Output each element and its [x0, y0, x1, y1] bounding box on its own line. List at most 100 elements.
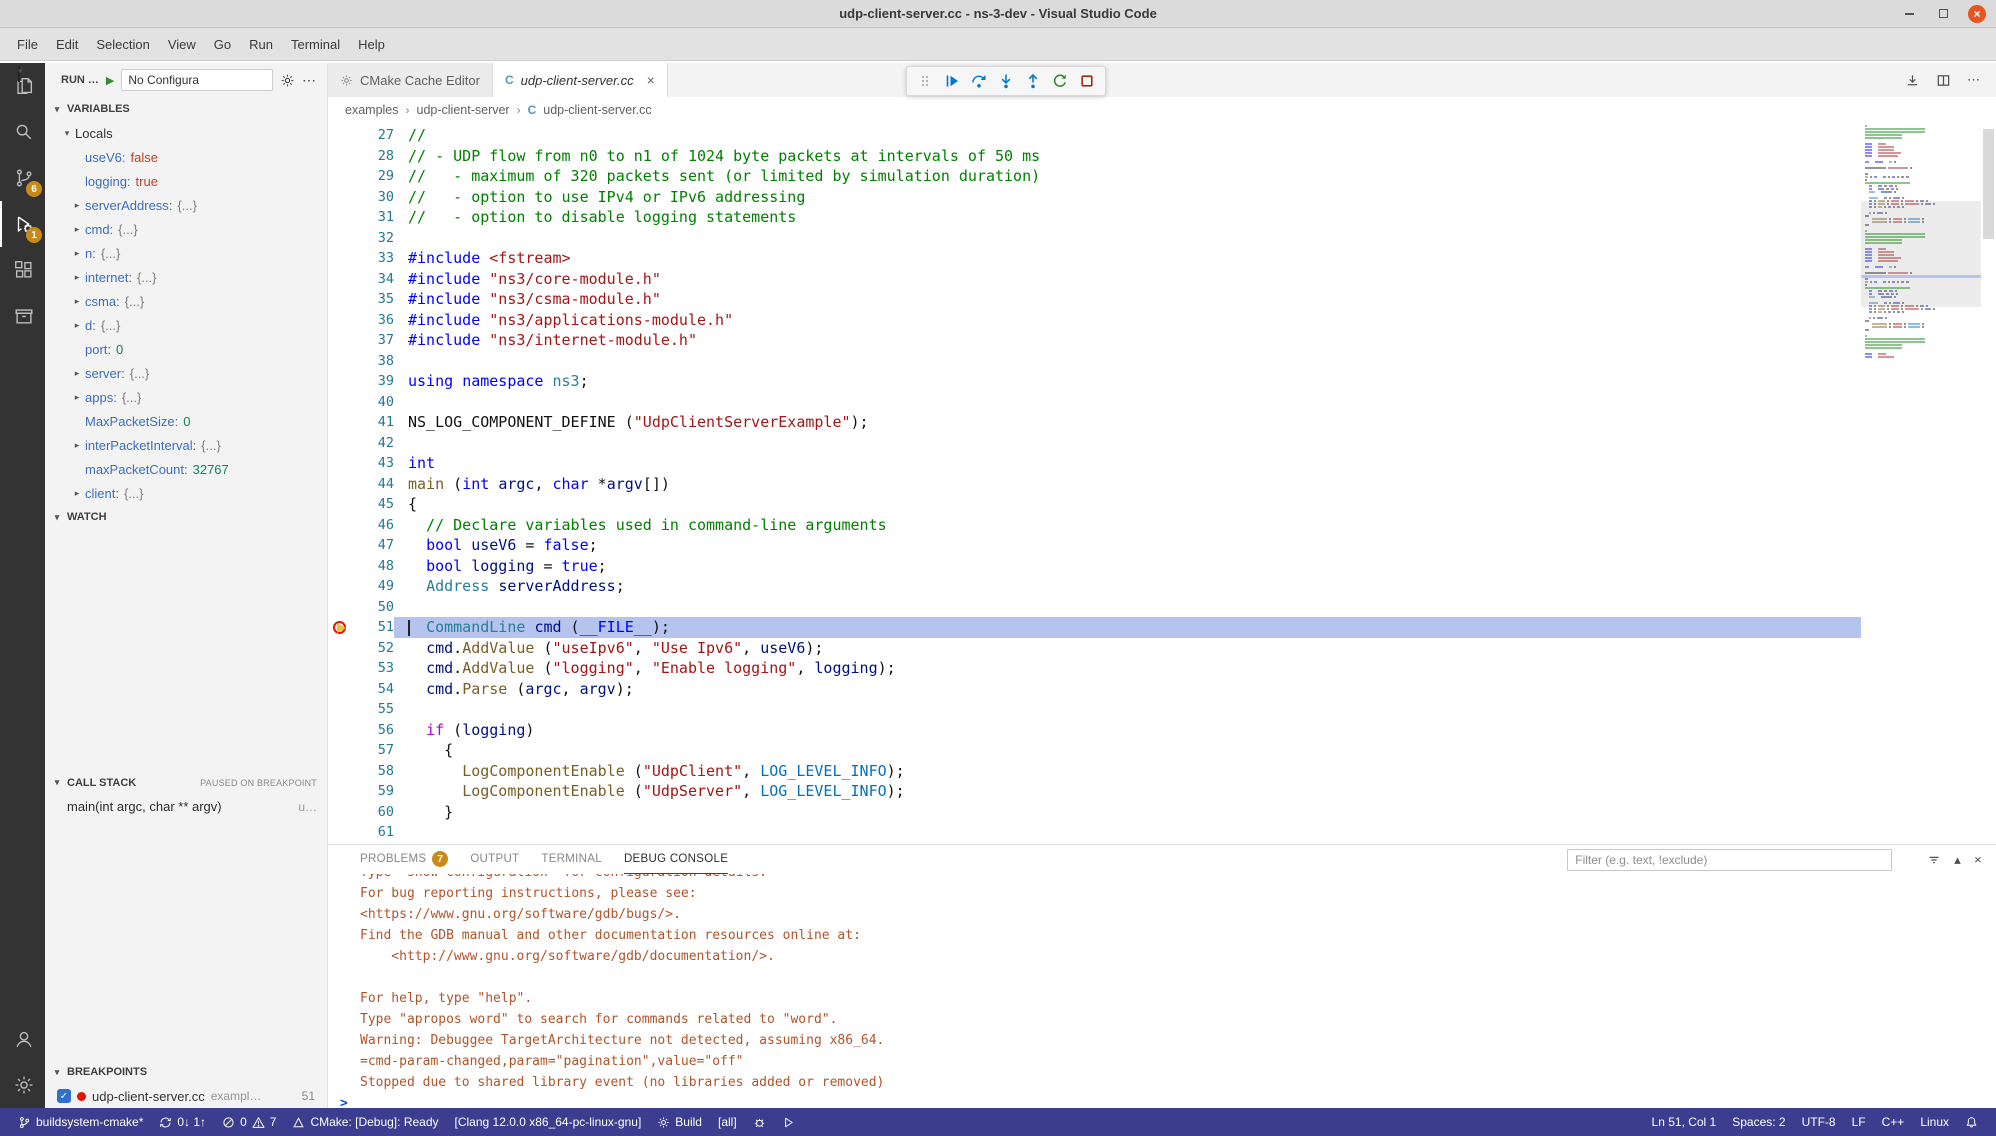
status-notifications[interactable]: [1957, 1108, 1986, 1136]
chevron-right-icon[interactable]: ▸: [69, 224, 85, 235]
menu-file[interactable]: File: [8, 32, 47, 57]
glyph-margin[interactable]: [328, 638, 354, 659]
chevron-right-icon[interactable]: ▸: [69, 200, 85, 211]
minimap-slider[interactable]: [1861, 201, 1981, 307]
launch-config-dropdown[interactable]: No Configura ▾: [121, 69, 273, 91]
code-line[interactable]: 55: [328, 699, 1861, 720]
code-line[interactable]: 52 cmd.AddValue ("useIpv6", "Use Ipv6", …: [328, 638, 1861, 659]
code-line[interactable]: 47 bool useV6 = false;: [328, 535, 1861, 556]
glyph-margin[interactable]: [328, 146, 354, 167]
tab-problems[interactable]: PROBLEMS 7: [360, 845, 448, 874]
code-line[interactable]: 41NS_LOG_COMPONENT_DEFINE ("UdpClientSer…: [328, 412, 1861, 433]
glyph-margin[interactable]: [328, 597, 354, 618]
variable-row[interactable]: MaxPacketSize:0: [45, 409, 327, 433]
breakpoint-checkbox[interactable]: ✓: [57, 1089, 71, 1103]
code-line[interactable]: 49 Address serverAddress;: [328, 576, 1861, 597]
menu-terminal[interactable]: Terminal: [282, 32, 349, 57]
run-debug-activity-button[interactable]: 1: [0, 201, 45, 247]
status-sync[interactable]: 0↓ 1↑: [151, 1108, 214, 1136]
debug-settings-button[interactable]: [280, 73, 295, 88]
variable-row[interactable]: ▸serverAddress:{...}: [45, 193, 327, 217]
code-line[interactable]: 33#include <fstream>: [328, 248, 1861, 269]
chevron-right-icon[interactable]: ▸: [69, 248, 85, 259]
code-line[interactable]: 40: [328, 392, 1861, 413]
variable-row[interactable]: logging:true: [45, 169, 327, 193]
glyph-margin[interactable]: [328, 802, 354, 823]
variable-row[interactable]: useV6:false: [45, 145, 327, 169]
variable-row[interactable]: ▸client:{...}: [45, 481, 327, 505]
glyph-margin[interactable]: [328, 228, 354, 249]
variables-section-header[interactable]: ▾ VARIABLES: [45, 97, 327, 121]
glyph-margin[interactable]: [328, 371, 354, 392]
start-debug-button[interactable]: ▶: [106, 74, 114, 87]
menu-help[interactable]: Help: [349, 32, 394, 57]
variable-row[interactable]: ▸apps:{...}: [45, 385, 327, 409]
code-line[interactable]: 51 CommandLine cmd (__FILE__);: [328, 617, 1861, 638]
toolbar-drag-handle[interactable]: [913, 69, 937, 93]
breadcrumb-item-examples[interactable]: examples: [345, 103, 399, 117]
status-cursor-position[interactable]: Ln 51, Col 1: [1644, 1108, 1725, 1136]
scrollbar-thumb[interactable]: [1983, 129, 1994, 239]
code-line[interactable]: 32: [328, 228, 1861, 249]
maximize-button[interactable]: [1934, 5, 1952, 23]
current-line-breakpoint-glyph[interactable]: [328, 617, 354, 638]
glyph-margin[interactable]: [328, 720, 354, 741]
glyph-margin[interactable]: [328, 822, 354, 843]
variable-row[interactable]: ▸cmd:{...}: [45, 217, 327, 241]
variable-row[interactable]: ▸interPacketInterval:{...}: [45, 433, 327, 457]
status-language[interactable]: C++: [1874, 1108, 1913, 1136]
chevron-right-icon[interactable]: ▸: [69, 296, 85, 307]
glyph-margin[interactable]: [328, 576, 354, 597]
breadcrumb-item-folder[interactable]: udp-client-server: [417, 103, 510, 117]
account-button[interactable]: [0, 1016, 45, 1062]
glyph-margin[interactable]: [328, 535, 354, 556]
code-line[interactable]: 43int: [328, 453, 1861, 474]
code-line[interactable]: 39using namespace ns3;: [328, 371, 1861, 392]
glyph-margin[interactable]: [328, 187, 354, 208]
tab-debug-console[interactable]: DEBUG CONSOLE: [624, 845, 728, 874]
glyph-margin[interactable]: [328, 474, 354, 495]
chevron-right-icon[interactable]: ▸: [69, 488, 85, 499]
glyph-margin[interactable]: [328, 392, 354, 413]
close-button[interactable]: ×: [1968, 5, 1986, 23]
status-problems[interactable]: 0 7: [214, 1108, 284, 1136]
filter-icon[interactable]: [1927, 853, 1941, 867]
glyph-margin[interactable]: [328, 412, 354, 433]
glyph-margin[interactable]: [328, 740, 354, 761]
code-line[interactable]: 59 LogComponentEnable ("UdpServer", LOG_…: [328, 781, 1861, 802]
menu-run[interactable]: Run: [240, 32, 282, 57]
split-editor-icon[interactable]: [1936, 73, 1951, 88]
glyph-margin[interactable]: [328, 679, 354, 700]
glyph-margin[interactable]: [328, 658, 354, 679]
code-line[interactable]: 31// - option to disable logging stateme…: [328, 207, 1861, 228]
glyph-margin[interactable]: [328, 125, 354, 146]
glyph-margin[interactable]: [328, 289, 354, 310]
status-branch[interactable]: buildsystem-cmake*: [10, 1108, 151, 1136]
variable-row[interactable]: maxPacketCount:32767: [45, 457, 327, 481]
console-input-row[interactable]: >: [328, 1093, 1996, 1108]
glyph-margin[interactable]: [328, 494, 354, 515]
code-line[interactable]: 30// - option to use IPv4 or IPv6 addres…: [328, 187, 1861, 208]
stack-frame-row[interactable]: main(int argc, char ** argv) u…: [45, 795, 327, 819]
code-line[interactable]: 37#include "ns3/internet-module.h": [328, 330, 1861, 351]
source-control-activity-button[interactable]: 6: [0, 155, 45, 201]
glyph-margin[interactable]: [328, 207, 354, 228]
minimize-button[interactable]: [1900, 5, 1918, 23]
locals-scope-row[interactable]: ▾ Locals: [45, 121, 327, 145]
stop-button[interactable]: [1075, 69, 1099, 93]
glyph-margin[interactable]: [328, 781, 354, 802]
tab-terminal[interactable]: TERMINAL: [541, 845, 602, 874]
status-launch-button[interactable]: [774, 1108, 803, 1136]
chevron-right-icon[interactable]: ▸: [69, 320, 85, 331]
watch-section-header[interactable]: ▾ WATCH: [45, 505, 327, 529]
glyph-margin[interactable]: [328, 248, 354, 269]
glyph-margin[interactable]: [328, 515, 354, 536]
menu-edit[interactable]: Edit: [47, 32, 87, 57]
variable-row[interactable]: ▸n:{...}: [45, 241, 327, 265]
code-line[interactable]: 29// - maximum of 320 packets sent (or l…: [328, 166, 1861, 187]
status-debug-button[interactable]: [745, 1108, 774, 1136]
continue-button[interactable]: [940, 69, 964, 93]
menu-selection[interactable]: Selection: [87, 32, 158, 57]
variable-row[interactable]: ▸d:{...}: [45, 313, 327, 337]
status-build-button[interactable]: Build: [649, 1108, 710, 1136]
